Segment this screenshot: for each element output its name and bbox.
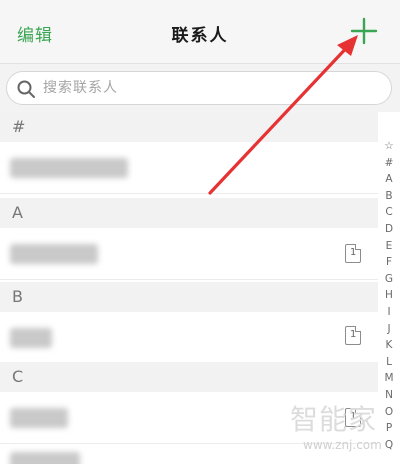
index-letter[interactable]: N [380, 387, 398, 404]
index-letter[interactable]: K [380, 337, 398, 354]
watermark-logo: 智能家 [290, 403, 378, 436]
page-title: 联系人 [171, 26, 229, 46]
section-header-b: B [0, 282, 378, 312]
contact-name-blurred [10, 158, 128, 178]
index-letter[interactable]: F [380, 254, 398, 271]
index-letter[interactable]: A [380, 171, 398, 188]
index-letter[interactable]: E [380, 238, 398, 255]
search-box[interactable] [6, 71, 392, 105]
search-icon [17, 80, 35, 98]
index-letter[interactable]: I [380, 304, 398, 321]
section-label: A [12, 203, 23, 222]
section-label: B [12, 287, 23, 306]
index-letter[interactable]: M [380, 370, 398, 387]
watermark-url: www.znj.com [303, 438, 382, 452]
search-input[interactable] [43, 72, 363, 104]
plus-icon[interactable] [350, 17, 378, 45]
alphabet-index[interactable]: ☆ # A B C D E F G H I J K L M N O P Q [380, 138, 398, 453]
section-label: # [12, 117, 26, 136]
index-letter[interactable]: B [380, 188, 398, 205]
index-letter[interactable]: H [380, 287, 398, 304]
contact-row[interactable]: 1 [0, 312, 378, 364]
index-letter[interactable]: O [380, 404, 398, 421]
index-letter[interactable]: # [380, 155, 398, 172]
index-letter[interactable]: G [380, 271, 398, 288]
index-letter[interactable]: L [380, 354, 398, 371]
sim-card-icon: 1 [345, 244, 361, 263]
index-letter[interactable]: ☆ [380, 138, 398, 155]
search-area [0, 64, 400, 112]
section-header-a: A [0, 198, 378, 228]
contact-row[interactable] [0, 142, 378, 194]
index-letter[interactable]: C [380, 204, 398, 221]
sim-card-icon: 1 [345, 326, 361, 345]
contact-row[interactable]: 1 [0, 228, 378, 280]
contact-name-blurred [10, 408, 68, 428]
section-header-c: C [0, 362, 378, 392]
contact-name-blurred [10, 244, 98, 264]
section-label: C [12, 367, 24, 386]
navigation-bar: 编辑 联系人 [0, 0, 400, 64]
index-letter[interactable]: J [380, 321, 398, 338]
index-letter[interactable]: Q [380, 437, 398, 454]
index-letter[interactable]: D [380, 221, 398, 238]
contact-name-blurred [10, 328, 52, 348]
index-letter[interactable]: P [380, 420, 398, 437]
contact-name-blurred [10, 452, 80, 464]
section-header-hash: # [0, 112, 378, 142]
